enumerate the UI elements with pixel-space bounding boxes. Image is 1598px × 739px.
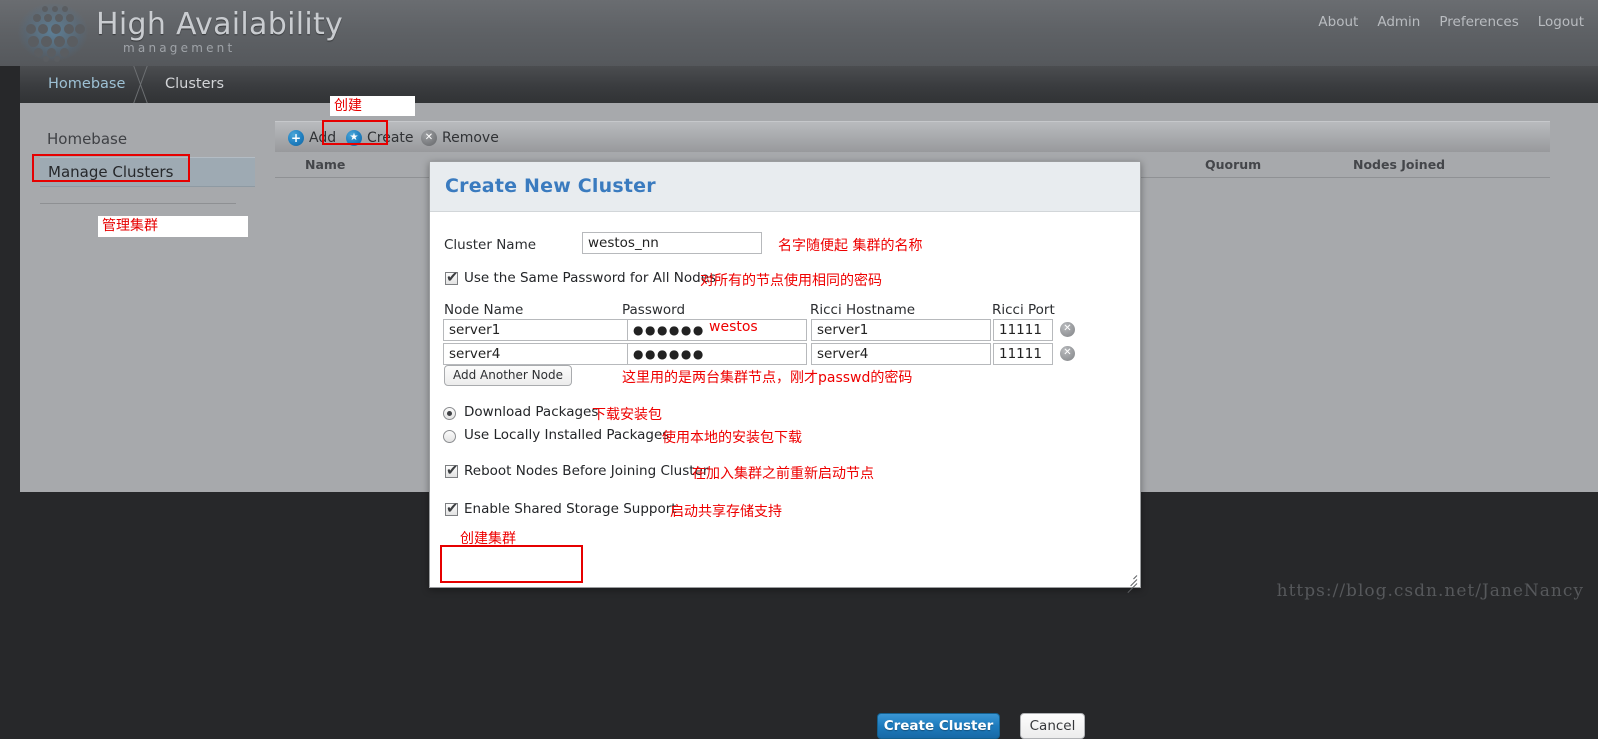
x-circle-icon: ✕ (421, 129, 437, 146)
nav-link-admin[interactable]: Admin (1377, 14, 1420, 30)
use-local-packages-label: Use Locally Installed Packages (464, 427, 670, 443)
logo-dot (67, 36, 78, 47)
logo-dot (41, 36, 52, 47)
annotation-cluster-name: 名字随便起 集群的名称 (778, 238, 923, 254)
reboot-nodes-label: Reboot Nodes Before Joining Cluster (464, 463, 709, 479)
annotation-label-create: 创建 (330, 96, 415, 116)
create-cluster-button[interactable]: Create Cluster (877, 713, 1000, 739)
logo-dot (54, 36, 65, 47)
ricci-port-input-1[interactable] (993, 319, 1053, 341)
dialog-header: Create New Cluster (430, 162, 1140, 212)
logo-dot (62, 6, 68, 12)
reboot-nodes-checkbox[interactable] (445, 461, 459, 479)
annotation-box-create-cluster-button (440, 545, 583, 583)
annotation-reboot-nodes: 在加入集群之前重新启动节点 (692, 466, 874, 482)
logo-dot (44, 14, 52, 22)
delete-row-icon-1[interactable] (1060, 321, 1075, 337)
annotation-same-password: 对所有的节点使用相同的密码 (700, 273, 882, 289)
logo-dot (28, 36, 39, 47)
sidebar-item-homebase[interactable]: Homebase (47, 130, 127, 148)
clusters-toolbar: + Add ★ Create ✕ Remove (275, 121, 1550, 152)
annotation-nodes-note: 这里用的是两台集群节点，刚才passwd的密码 (622, 370, 913, 386)
remove-button-label: Remove (442, 129, 499, 146)
logo-dot (38, 24, 48, 34)
plus-circle-icon: + (288, 129, 304, 146)
logo-dot (75, 24, 85, 34)
dialog-title: Create New Cluster (445, 175, 656, 197)
logo-dot (60, 48, 69, 57)
create-new-cluster-dialog: Create New Cluster Cluster Name 名字随便起 集群… (429, 161, 1141, 739)
dialog-body: Cluster Name 名字随便起 集群的名称 Use the Same Pa… (430, 212, 1140, 594)
cluster-name-input[interactable] (582, 232, 762, 254)
cluster-name-label: Cluster Name (444, 237, 537, 253)
logo-dot (33, 14, 41, 22)
download-packages-radio[interactable] (443, 407, 456, 420)
annotation-westos-password: westos (709, 319, 758, 335)
logo-dot (66, 14, 74, 22)
add-another-node-button[interactable]: Add Another Node (444, 365, 572, 386)
same-password-checkbox[interactable] (445, 268, 459, 286)
column-header-quorum[interactable]: Quorum (1205, 157, 1261, 172)
breadcrumb: Homebase Clusters (20, 66, 1598, 103)
ricci-hostname-input-2[interactable] (811, 343, 991, 365)
annotation-box-create-button (322, 120, 388, 145)
top-nav: About Admin Preferences Logout (1318, 14, 1584, 30)
watermark-text: https://blog.csdn.net/JaneNancy (1276, 581, 1584, 601)
top-header-bar: High Availability management About Admin… (0, 0, 1598, 66)
node-column-header-node-name: Node Name (444, 302, 524, 318)
brand-subtitle: management (123, 41, 236, 55)
node-column-header-ricci-hostname: Ricci Hostname (810, 302, 916, 318)
logo-dot (43, 56, 49, 62)
logo-dot (54, 56, 60, 62)
annotation-box-manage-clusters (32, 154, 190, 182)
same-password-label: Use the Same Password for All Nodes (464, 270, 717, 286)
logo-dot (64, 24, 74, 34)
logo-dot (51, 24, 61, 34)
ricci-port-input-2[interactable] (993, 343, 1053, 365)
cancel-button[interactable]: Cancel (1020, 713, 1085, 739)
x-glyph: ✕ (424, 131, 434, 143)
nav-link-preferences[interactable]: Preferences (1439, 14, 1518, 30)
shared-storage-checkbox[interactable] (445, 499, 459, 517)
delete-row-icon-2[interactable] (1060, 345, 1075, 361)
node-password-input-2[interactable] (627, 343, 807, 365)
annotation-label-manage-clusters: 管理集群 (98, 216, 248, 237)
plus-glyph: + (290, 130, 302, 145)
annotation-shared-storage: 启动共享存储支持 (670, 504, 782, 520)
breadcrumb-item-homebase[interactable]: Homebase (48, 76, 125, 92)
annotation-download-packages: 下载安装包 (592, 407, 662, 423)
logo-dot (34, 48, 43, 57)
annotation-local-packages: 使用本地的安装包下载 (662, 430, 802, 446)
download-packages-label: Download Packages (464, 404, 599, 420)
shared-storage-label: Enable Shared Storage Support (464, 501, 677, 517)
logo-dot (55, 14, 63, 22)
breadcrumb-item-clusters[interactable]: Clusters (165, 76, 224, 92)
logo-dot (26, 24, 36, 34)
nav-link-about[interactable]: About (1318, 14, 1358, 30)
logo-dot (42, 6, 48, 12)
column-header-name[interactable]: Name (305, 157, 345, 172)
use-local-packages-radio[interactable] (443, 430, 456, 443)
resize-grip-icon[interactable] (1123, 571, 1138, 594)
remove-button[interactable]: ✕ Remove (416, 126, 504, 149)
nav-link-logout[interactable]: Logout (1538, 14, 1584, 30)
node-name-input-1[interactable] (443, 319, 631, 341)
ricci-hostname-input-1[interactable] (811, 319, 991, 341)
dot-cluster-logo-icon (20, 4, 86, 62)
node-name-input-2[interactable] (443, 343, 631, 365)
sidebar-divider (40, 203, 236, 204)
brand-title: High Availability (96, 7, 344, 42)
node-column-header-password: Password (622, 302, 686, 318)
logo-dot (52, 6, 58, 12)
node-column-header-ricci-port: Ricci Port (992, 302, 1055, 318)
column-header-nodes-joined[interactable]: Nodes Joined (1353, 157, 1445, 172)
